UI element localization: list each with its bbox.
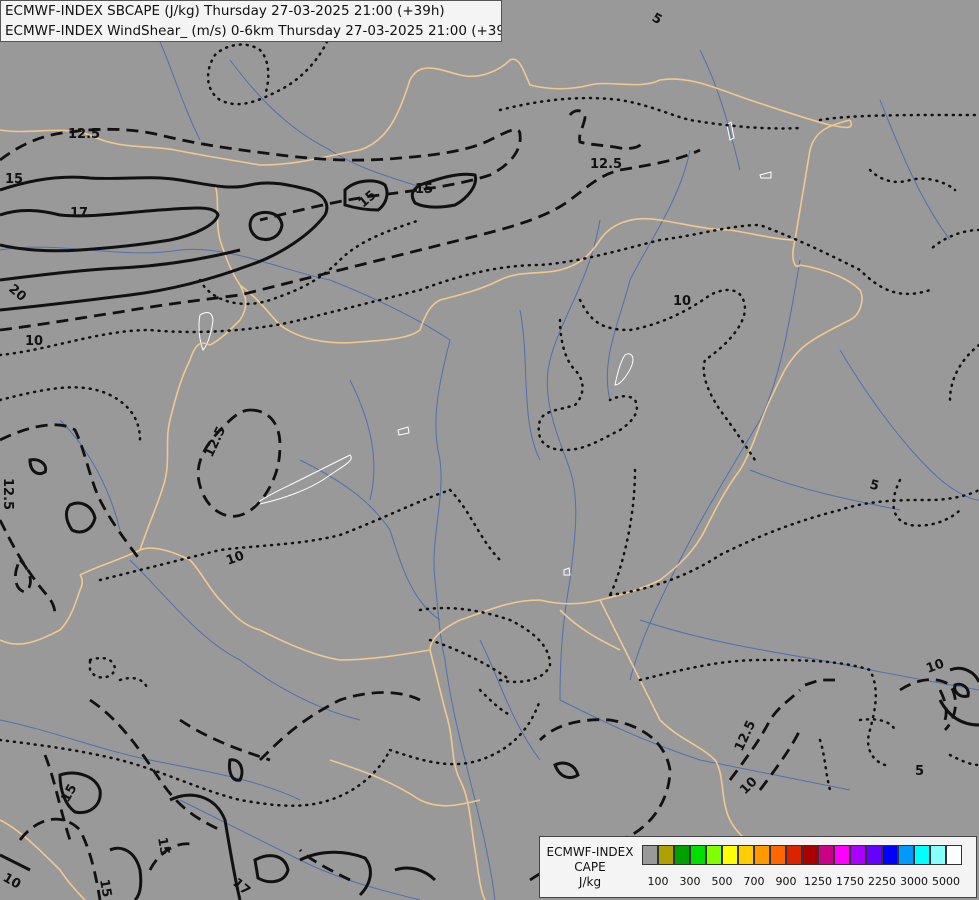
legend-tick-label: 300: [679, 875, 701, 888]
contour-label: 15: [154, 836, 172, 856]
legend-swatch: [914, 845, 930, 865]
contour-label: 15: [5, 172, 23, 187]
cape-legend: ECMWF-INDEX CAPE J/kg 100 300 500 700 900 125…: [539, 836, 977, 898]
title-line-windshear: ECMWF-INDEX WindShear_ (m/s) 0-6km Thurs…: [5, 23, 502, 39]
contour-label: 17: [70, 206, 88, 221]
legend-tick-label: 5000: [932, 875, 960, 888]
legend-tick-label: 1250: [804, 875, 832, 888]
legend-swatch: [690, 845, 706, 865]
legend-swatch: [882, 845, 898, 865]
legend-tick-label: 1750: [836, 875, 864, 888]
title-line-sbcape: ECMWF-INDEX SBCAPE (J/kg) Thursday 27-03…: [5, 3, 445, 19]
legend-title: ECMWF-INDEX CAPE J/kg: [540, 837, 640, 890]
legend-swatch: [754, 845, 770, 865]
legend-swatch: [722, 845, 738, 865]
map-title-box: ECMWF-INDEX SBCAPE (J/kg) Thursday 27-03…: [0, 0, 502, 42]
legend-tick-label: 700: [743, 875, 765, 888]
map-background: [0, 0, 979, 900]
legend-tick-label: 500: [711, 875, 733, 888]
contour-label: 12.5: [68, 127, 100, 142]
legend-swatch: [834, 845, 850, 865]
legend-swatch: [674, 845, 690, 865]
legend-tick-label: 100: [647, 875, 669, 888]
legend-tick-label: 3000: [900, 875, 928, 888]
legend-swatch: [930, 845, 946, 865]
legend-swatch: [866, 845, 882, 865]
legend-swatch: [770, 845, 786, 865]
legend-title-line: ECMWF-INDEX: [546, 845, 634, 859]
legend-swatch: [738, 845, 754, 865]
contour-label: 15: [415, 182, 433, 197]
legend-tick-label: 2250: [868, 875, 896, 888]
contour-label: 10: [25, 334, 43, 349]
legend-swatch: [946, 845, 962, 865]
legend-swatch: [658, 845, 674, 865]
legend-title-line: CAPE: [574, 860, 606, 874]
contour-label: 12.5: [0, 478, 15, 510]
legend-swatch: [786, 845, 802, 865]
legend-swatch: [898, 845, 914, 865]
legend-color-scale: [642, 845, 962, 866]
legend-swatch: [802, 845, 818, 865]
legend-swatch: [706, 845, 722, 865]
contour-label: 15: [96, 878, 114, 898]
contour-label: 12.5: [590, 157, 622, 172]
legend-swatch: [850, 845, 866, 865]
legend-title-line: J/kg: [578, 875, 602, 889]
contour-label: 5: [915, 764, 924, 779]
legend-tick-label: 900: [775, 875, 797, 888]
legend-swatch: [818, 845, 834, 865]
legend-tick-labels: 100 300 500 700 900 1250 1750 2250 3000 5000: [642, 875, 977, 891]
legend-swatch: [642, 845, 658, 865]
weather-map[interactable]: 12.5 15 17 20 10 15 15 12.5 5 10 12.5 12…: [0, 0, 979, 900]
contour-label: 10: [673, 294, 691, 309]
